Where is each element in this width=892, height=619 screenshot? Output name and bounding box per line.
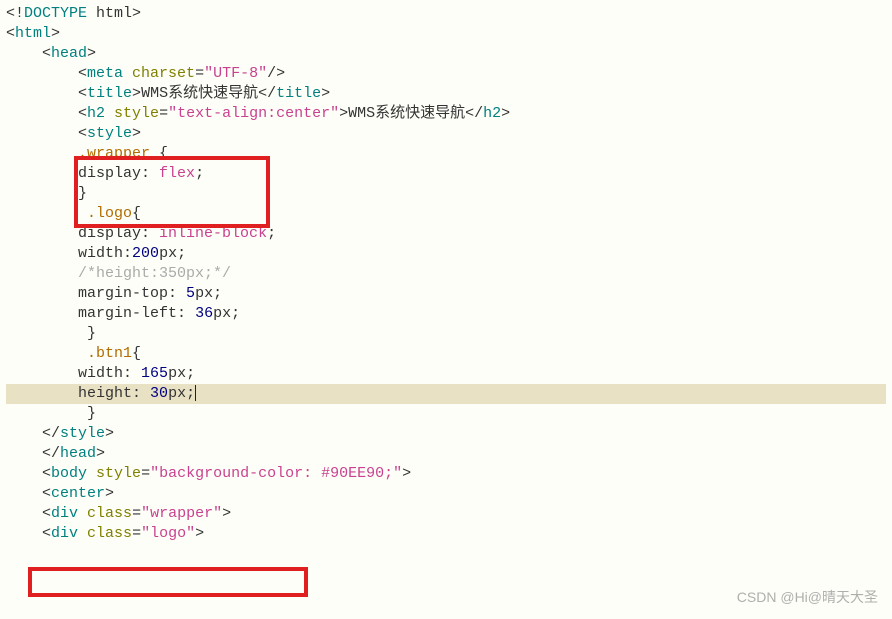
code-block: <!DOCTYPE html> <html> <head> <meta char… [0,0,892,548]
highlight-box-wrapper-div [28,567,308,597]
watermark: CSDN @Hi@晴天大圣 [737,587,878,607]
